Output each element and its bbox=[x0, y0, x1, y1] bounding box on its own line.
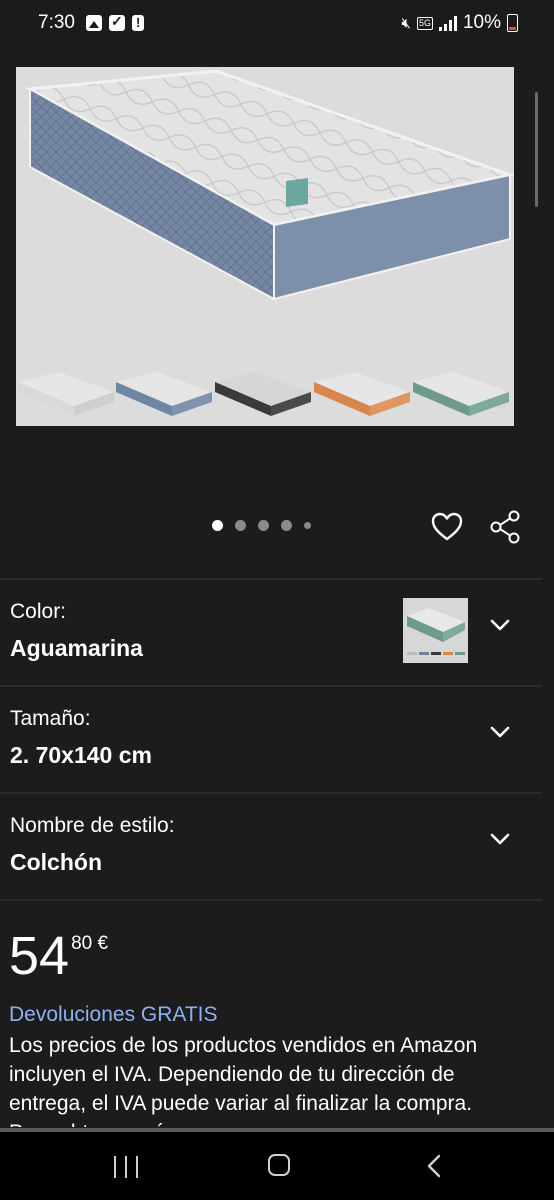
carousel-dot[interactable] bbox=[258, 520, 269, 531]
mute-icon: 🔇︎ bbox=[401, 14, 411, 32]
divider bbox=[0, 899, 542, 901]
chevron-down-icon[interactable] bbox=[488, 827, 512, 851]
home-icon[interactable] bbox=[268, 1154, 290, 1176]
color-swatches bbox=[18, 372, 509, 416]
scroll-track bbox=[0, 1128, 554, 1132]
carousel-dots[interactable] bbox=[212, 520, 311, 531]
mattress-illustration bbox=[18, 69, 514, 416]
price-whole: 54 bbox=[9, 926, 70, 986]
chevron-down-icon[interactable] bbox=[488, 613, 512, 637]
carousel-dot[interactable] bbox=[235, 520, 246, 531]
mattress-thumbnail bbox=[407, 608, 465, 655]
size-label: Tamaño: bbox=[10, 707, 91, 730]
scroll-indicator bbox=[535, 92, 538, 207]
share-icon[interactable] bbox=[488, 510, 522, 544]
style-selector[interactable]: Nombre de estilo: Colchón bbox=[0, 794, 542, 898]
product-image[interactable] bbox=[16, 67, 514, 426]
chevron-down-icon[interactable] bbox=[488, 720, 512, 744]
battery-icon bbox=[507, 14, 518, 32]
battery-percent: 10% bbox=[462, 12, 501, 33]
signal-icon bbox=[438, 15, 457, 31]
recent-apps-icon[interactable] bbox=[114, 1156, 138, 1178]
price-fraction: 80 € bbox=[71, 933, 109, 954]
price: 54 80 € bbox=[9, 925, 108, 987]
checkbox-icon bbox=[109, 13, 125, 31]
size-selector[interactable]: Tamaño: 2. 70x140 cm bbox=[0, 687, 542, 791]
size-value: 2. 70x140 cm bbox=[10, 742, 152, 768]
carousel-dot[interactable] bbox=[281, 520, 292, 531]
color-value: Aguamarina bbox=[10, 635, 143, 661]
system-nav-bar bbox=[0, 1128, 554, 1200]
color-label: Color: bbox=[10, 600, 67, 623]
heart-icon[interactable] bbox=[430, 510, 464, 544]
style-value: Colchón bbox=[10, 849, 102, 875]
carousel-dot[interactable] bbox=[304, 522, 311, 529]
system-icons: 🔇︎ 5G 10% bbox=[401, 12, 518, 34]
color-thumbnail[interactable] bbox=[403, 598, 468, 663]
free-returns-link[interactable]: Devoluciones GRATIS bbox=[9, 1003, 218, 1027]
gallery-icon bbox=[86, 15, 102, 31]
network-type: 5G bbox=[416, 16, 433, 30]
status-bar: 7:30 🔇︎ 5G 10% bbox=[0, 0, 554, 46]
notification-icons bbox=[86, 13, 144, 31]
alert-icon bbox=[132, 15, 144, 31]
vat-description: Los precios de los productos vendidos en… bbox=[9, 1034, 478, 1127]
status-time: 7:30 bbox=[38, 12, 75, 33]
style-label: Nombre de estilo: bbox=[10, 814, 175, 837]
back-icon[interactable] bbox=[426, 1154, 442, 1178]
carousel-dot[interactable] bbox=[212, 520, 223, 531]
